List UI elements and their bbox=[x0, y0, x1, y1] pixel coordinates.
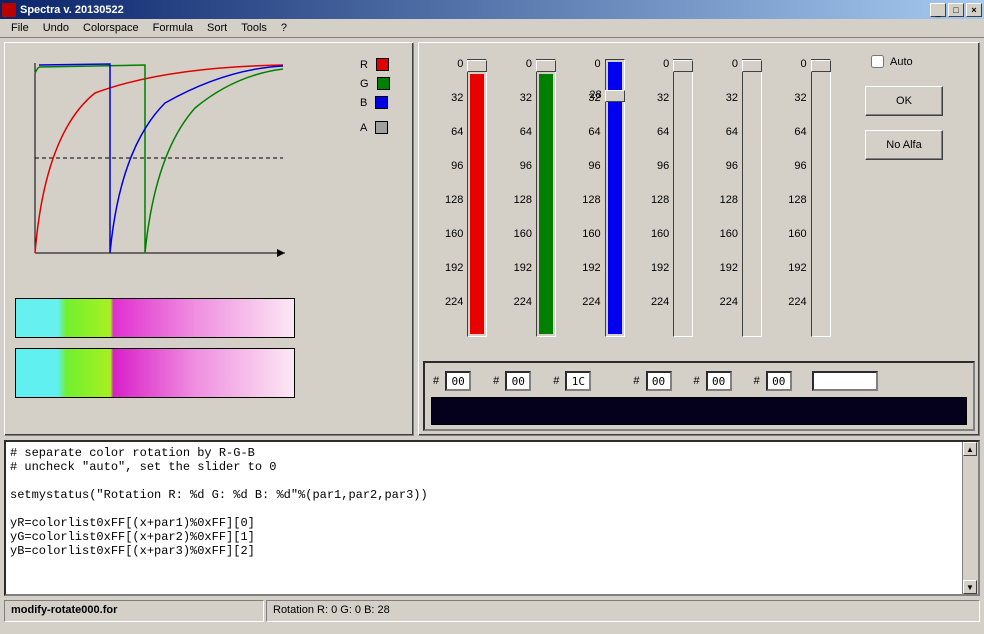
hex-5-input[interactable] bbox=[706, 371, 732, 391]
legend-r-swatch bbox=[376, 58, 389, 71]
legend-g-swatch bbox=[377, 77, 390, 90]
code-text[interactable]: # separate color rotation by R-G-B # unc… bbox=[6, 442, 962, 594]
menu-help[interactable]: ? bbox=[274, 20, 294, 36]
hex-input-panel: # # # # # # bbox=[423, 361, 975, 431]
window-title: Spectra v. 20130522 bbox=[20, 4, 928, 16]
menu-sort[interactable]: Sort bbox=[200, 20, 234, 36]
slider-4[interactable]: 0326496128160192224 bbox=[629, 51, 697, 346]
slider-track[interactable] bbox=[536, 59, 556, 337]
slider-1[interactable]: 0326496128160192224 bbox=[423, 51, 491, 346]
legend-g: G bbox=[360, 77, 390, 90]
slider-track[interactable] bbox=[673, 59, 693, 337]
slider-thumb[interactable] bbox=[742, 60, 762, 72]
hex-r-input[interactable] bbox=[445, 371, 471, 391]
gradient-preview-1 bbox=[15, 298, 295, 338]
graph-panel: R G B A bbox=[4, 42, 414, 436]
legend-a-swatch bbox=[375, 121, 388, 134]
status-bar: modify-rotate000.for Rotation R: 0 G: 0 … bbox=[4, 600, 980, 622]
slider-track[interactable] bbox=[467, 59, 487, 337]
color-preview-bar bbox=[431, 397, 967, 425]
hex-b-input[interactable] bbox=[565, 371, 591, 391]
auto-label: Auto bbox=[890, 56, 913, 68]
menu-undo[interactable]: Undo bbox=[36, 20, 76, 36]
hex-4-input[interactable] bbox=[646, 371, 672, 391]
slider-6[interactable]: 0326496128160192224 bbox=[767, 51, 835, 346]
code-editor[interactable]: # separate color rotation by R-G-B # unc… bbox=[4, 440, 980, 596]
gradient-preview-2 bbox=[15, 348, 295, 398]
menu-tools[interactable]: Tools bbox=[234, 20, 274, 36]
slider-thumb[interactable] bbox=[673, 60, 693, 72]
slider-fill bbox=[608, 62, 622, 334]
menu-formula[interactable]: Formula bbox=[146, 20, 200, 36]
legend-b: B bbox=[360, 96, 390, 109]
slider-track[interactable]: 28 bbox=[605, 59, 625, 337]
slider-fill bbox=[539, 74, 553, 334]
hash-label: # bbox=[433, 375, 439, 387]
close-button[interactable]: × bbox=[966, 3, 982, 17]
slider-fill bbox=[470, 74, 484, 334]
hex-combined-input[interactable] bbox=[812, 371, 878, 391]
hex-g-input[interactable] bbox=[505, 371, 531, 391]
ok-button[interactable]: OK bbox=[865, 86, 943, 116]
no-alfa-button[interactable]: No Alfa bbox=[865, 130, 943, 160]
scroll-down-button[interactable]: ▼ bbox=[963, 580, 977, 594]
title-bar: Spectra v. 20130522 _ □ × bbox=[0, 0, 984, 19]
hash-label: # bbox=[493, 375, 499, 387]
scrollbar[interactable]: ▲ ▼ bbox=[962, 442, 978, 594]
slider-value-label: 28 bbox=[582, 89, 602, 101]
slider-thumb[interactable] bbox=[605, 90, 625, 102]
status-file: modify-rotate000.for bbox=[4, 600, 264, 622]
legend-a-label: A bbox=[360, 122, 367, 134]
slider-2[interactable]: 0326496128160192224 bbox=[492, 51, 560, 346]
scroll-up-button[interactable]: ▲ bbox=[963, 442, 977, 456]
hex-6-input[interactable] bbox=[766, 371, 792, 391]
slider-ticks: 0326496128160192224 bbox=[423, 59, 463, 331]
hash-label: # bbox=[633, 375, 639, 387]
slider-track[interactable] bbox=[742, 59, 762, 337]
slider-thumb[interactable] bbox=[467, 60, 487, 72]
legend-b-label: B bbox=[360, 97, 367, 109]
legend-g-label: G bbox=[360, 78, 369, 90]
slider-thumb[interactable] bbox=[536, 60, 556, 72]
maximize-button[interactable]: □ bbox=[948, 3, 964, 17]
sliders-panel: 0326496128160192224032649612816019222403… bbox=[418, 42, 980, 436]
slider-thumb[interactable] bbox=[811, 60, 831, 72]
auto-checkbox[interactable]: Auto bbox=[849, 55, 969, 68]
slider-track[interactable] bbox=[811, 59, 831, 337]
menu-colorspace[interactable]: Colorspace bbox=[76, 20, 146, 36]
slider-ticks: 0326496128160192224 bbox=[629, 59, 669, 331]
hash-label: # bbox=[694, 375, 700, 387]
auto-checkbox-input[interactable] bbox=[871, 55, 884, 68]
legend-a: A bbox=[360, 121, 390, 134]
slider-5[interactable]: 0326496128160192224 bbox=[698, 51, 766, 346]
menu-file[interactable]: File bbox=[4, 20, 36, 36]
minimize-button[interactable]: _ bbox=[930, 3, 946, 17]
slider-3[interactable]: 032649612816019222428 bbox=[561, 51, 629, 346]
legend-b-swatch bbox=[375, 96, 388, 109]
status-message: Rotation R: 0 G: 0 B: 28 bbox=[266, 600, 980, 622]
slider-ticks: 0326496128160192224 bbox=[698, 59, 738, 331]
slider-ticks: 0326496128160192224 bbox=[492, 59, 532, 331]
legend-r: R bbox=[360, 58, 390, 71]
graph-legend: R G B A bbox=[360, 58, 390, 140]
legend-r-label: R bbox=[360, 59, 368, 71]
app-icon bbox=[2, 3, 16, 17]
hash-label: # bbox=[754, 375, 760, 387]
curve-graph bbox=[15, 53, 295, 268]
slider-ticks: 0326496128160192224 bbox=[767, 59, 807, 331]
menu-bar: File Undo Colorspace Formula Sort Tools … bbox=[0, 19, 984, 38]
hash-label: # bbox=[553, 375, 559, 387]
